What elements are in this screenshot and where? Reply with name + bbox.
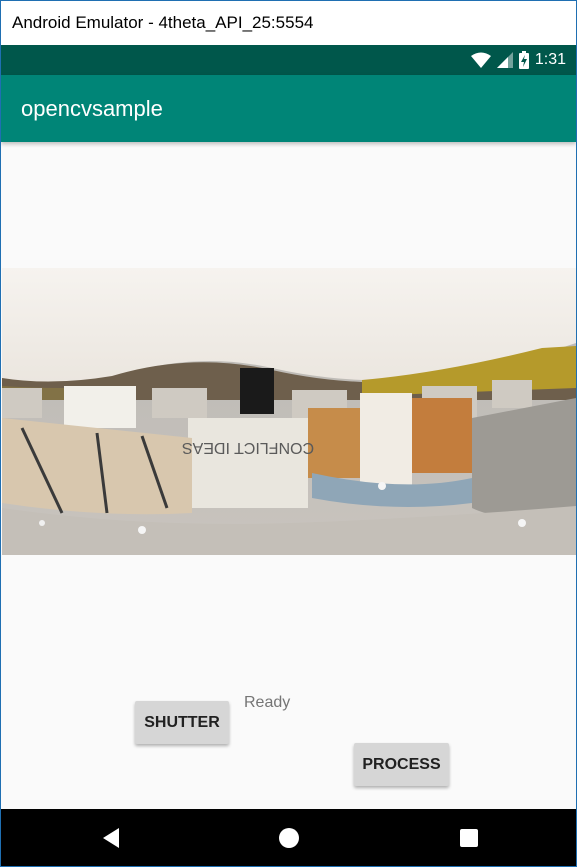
status-icons: 1:31 xyxy=(470,45,566,75)
battery-icon xyxy=(518,51,529,69)
recents-square-icon xyxy=(460,828,478,847)
main-content: CONFLICT IDEAS Ready SHUTTER PROCESS xyxy=(1,142,576,809)
window-title: Android Emulator - 4theta_API_25:5554 xyxy=(1,1,576,45)
status-time: 1:31 xyxy=(534,51,566,68)
recents-button[interactable] xyxy=(439,809,499,866)
back-button[interactable] xyxy=(81,809,141,866)
back-triangle-icon xyxy=(103,827,119,848)
navigation-bar xyxy=(1,809,576,866)
signal-icon xyxy=(496,52,513,68)
wifi-icon xyxy=(470,52,491,68)
status-bar: 1:31 xyxy=(1,45,576,75)
app-title: opencvsample xyxy=(1,75,576,142)
home-button[interactable] xyxy=(259,809,319,866)
process-button[interactable]: PROCESS xyxy=(354,743,449,786)
shutter-button[interactable]: SHUTTER xyxy=(135,701,229,744)
svg-text:CONFLICT IDEAS: CONFLICT IDEAS xyxy=(182,439,314,456)
emulator-window: Android Emulator - 4theta_API_25:5554 1:… xyxy=(0,0,577,867)
panorama-image: CONFLICT IDEAS xyxy=(2,268,576,555)
home-circle-icon xyxy=(279,827,299,848)
status-text: Ready xyxy=(244,694,291,711)
